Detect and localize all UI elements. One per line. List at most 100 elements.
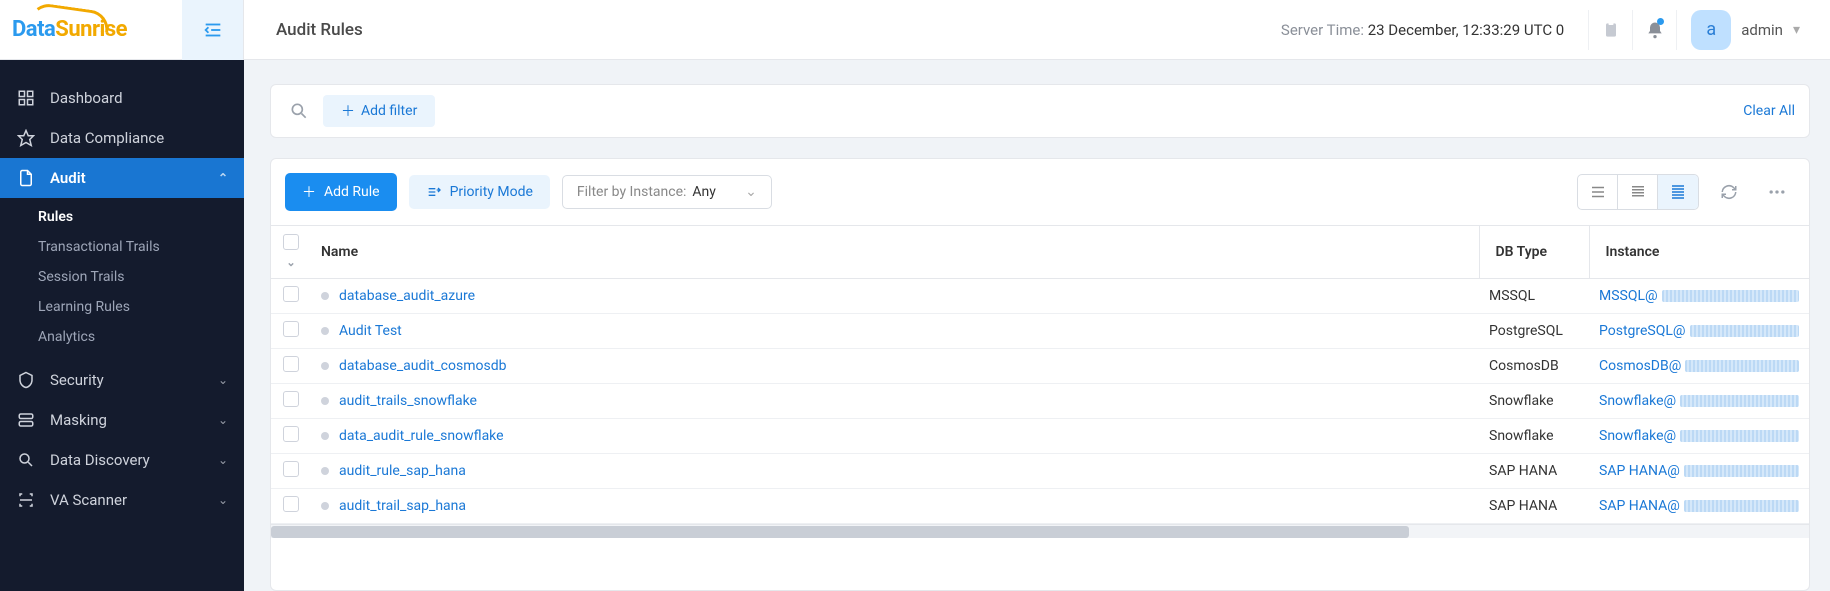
table-row[interactable]: audit_rule_sap_hana SAP HANA SAP HANA@ bbox=[271, 454, 1809, 489]
horizontal-scrollbar[interactable] bbox=[271, 524, 1809, 538]
row-checkbox[interactable] bbox=[283, 426, 299, 442]
sidebar-item-data-discovery[interactable]: Data Discovery⌄ bbox=[0, 440, 244, 480]
view-list-button[interactable] bbox=[1578, 175, 1618, 209]
instance-link[interactable]: SAP HANA@ bbox=[1599, 498, 1680, 514]
instance-link[interactable]: CosmosDB@ bbox=[1599, 358, 1681, 374]
table-row[interactable]: Audit Test PostgreSQL PostgreSQL@ bbox=[271, 314, 1809, 349]
db-type-cell: SAP HANA bbox=[1479, 489, 1589, 524]
sidebar-subnav: RulesTransactional TrailsSession TrailsL… bbox=[0, 198, 244, 360]
table-row[interactable]: data_audit_rule_snowflake Snowflake Snowfl… bbox=[271, 419, 1809, 454]
sidebar-item-masking[interactable]: Masking⌄ bbox=[0, 400, 244, 440]
logo[interactable]: DataSunrise bbox=[0, 17, 182, 42]
priority-icon bbox=[426, 184, 442, 200]
chevron-down-icon: ⌄ bbox=[745, 184, 757, 200]
scrollbar-thumb[interactable] bbox=[271, 526, 1409, 538]
rule-name-link[interactable]: database_audit_azure bbox=[339, 288, 475, 304]
sidebar-item-label: Security bbox=[50, 371, 104, 389]
rules-toolbar: ＋ Add Rule Priority Mode Filter by Insta… bbox=[271, 159, 1809, 225]
row-checkbox[interactable] bbox=[283, 391, 299, 407]
rule-name-link[interactable]: audit_trail_sap_hana bbox=[339, 498, 466, 514]
db-type-cell: SAP HANA bbox=[1479, 454, 1589, 489]
row-checkbox[interactable] bbox=[283, 496, 299, 512]
table-row[interactable]: audit_trails_snowflake Snowflake Snowflake… bbox=[271, 384, 1809, 419]
server-time: Server Time: 23 December, 12:33:29 UTC 0 bbox=[1281, 21, 1564, 39]
db-type-cell: Snowflake bbox=[1479, 384, 1589, 419]
sidebar-item-dashboard[interactable]: Dashboard bbox=[0, 78, 244, 118]
plus-icon: ＋ bbox=[341, 101, 355, 121]
instance-redacted bbox=[1690, 325, 1800, 337]
sidebar-toggle-button[interactable] bbox=[182, 0, 244, 60]
sidebar-subitem-session-trails[interactable]: Session Trails bbox=[0, 262, 244, 292]
view-switch bbox=[1577, 174, 1699, 210]
status-dot-icon bbox=[321, 432, 329, 440]
add-filter-button[interactable]: ＋ Add filter bbox=[323, 95, 435, 127]
instance-link[interactable]: SAP HANA@ bbox=[1599, 463, 1680, 479]
rule-name-link[interactable]: database_audit_cosmosdb bbox=[339, 358, 506, 374]
priority-mode-button[interactable]: Priority Mode bbox=[409, 175, 550, 209]
refresh-button[interactable] bbox=[1711, 183, 1747, 201]
sidebar-item-label: VA Scanner bbox=[50, 491, 127, 509]
sidebar-subitem-learning-rules[interactable]: Learning Rules bbox=[0, 292, 244, 322]
column-header-dbtype[interactable]: DB Type bbox=[1479, 226, 1589, 279]
sidebar-item-audit[interactable]: Audit ⌃ bbox=[0, 158, 244, 198]
sidebar-subitem-transactional-trails[interactable]: Transactional Trails bbox=[0, 232, 244, 262]
row-checkbox[interactable] bbox=[283, 321, 299, 337]
instance-link[interactable]: Snowflake@ bbox=[1599, 428, 1676, 444]
sidebar-item-label: Audit bbox=[50, 169, 86, 187]
main-content: ＋ Add filter Clear All ＋ Add Rule Priori… bbox=[244, 60, 1830, 591]
scan-icon bbox=[16, 491, 36, 509]
search-icon bbox=[285, 101, 313, 121]
row-checkbox[interactable] bbox=[283, 286, 299, 302]
clipboard-icon bbox=[1601, 20, 1621, 40]
sidebar-subitem-rules[interactable]: Rules bbox=[0, 202, 244, 232]
rule-name-link[interactable]: Audit Test bbox=[339, 323, 402, 339]
view-dense-button[interactable] bbox=[1658, 175, 1698, 209]
column-header-instance[interactable]: Instance bbox=[1589, 226, 1809, 279]
column-header-name[interactable]: Name bbox=[311, 226, 1479, 279]
sidebar-subitem-analytics[interactable]: Analytics bbox=[0, 322, 244, 352]
add-rule-button[interactable]: ＋ Add Rule bbox=[285, 173, 397, 211]
row-checkbox[interactable] bbox=[283, 356, 299, 372]
instance-link[interactable]: Snowflake@ bbox=[1599, 393, 1676, 409]
sidebar-item-va-scanner[interactable]: VA Scanner⌄ bbox=[0, 480, 244, 520]
table-row[interactable]: database_audit_cosmosdbCosmosDBCosmosDB@ bbox=[271, 349, 1809, 384]
dots-icon bbox=[1767, 182, 1787, 202]
chevron-down-icon: ⌄ bbox=[218, 373, 228, 387]
username: admin bbox=[1741, 21, 1783, 39]
rule-name-link[interactable]: audit_rule_sap_hana bbox=[339, 463, 466, 479]
row-checkbox[interactable] bbox=[283, 461, 299, 477]
instance-link[interactable]: PostgreSQL@ bbox=[1599, 323, 1686, 339]
tasks-button[interactable] bbox=[1588, 10, 1632, 50]
server-time-label: Server Time: bbox=[1281, 21, 1364, 39]
priority-mode-label: Priority Mode bbox=[450, 184, 533, 200]
plus-icon: ＋ bbox=[302, 182, 316, 202]
notification-dot-icon bbox=[1657, 18, 1664, 25]
avatar: a bbox=[1691, 10, 1731, 50]
select-all-checkbox[interactable] bbox=[283, 234, 299, 250]
table-row[interactable]: database_audit_azureMSSQLMSSQL@ bbox=[271, 279, 1809, 314]
more-button[interactable] bbox=[1759, 182, 1795, 202]
sidebar-item-security[interactable]: Security ⌄ bbox=[0, 360, 244, 400]
db2-icon bbox=[16, 411, 36, 429]
chevron-up-icon: ⌃ bbox=[218, 171, 228, 185]
status-dot-icon bbox=[321, 397, 329, 405]
db-type-cell: PostgreSQL bbox=[1479, 314, 1589, 349]
notifications-button[interactable] bbox=[1632, 10, 1676, 50]
sidebar-item-data-compliance[interactable]: Data Compliance bbox=[0, 118, 244, 158]
filter-bar: ＋ Add filter Clear All bbox=[270, 84, 1810, 138]
instance-redacted bbox=[1680, 430, 1799, 442]
table-row[interactable]: audit_trail_sap_hana SAP HANA SAP HANA@ bbox=[271, 489, 1809, 524]
chevron-down-icon[interactable]: ⌄ bbox=[286, 256, 295, 269]
chevron-down-icon: ⌄ bbox=[218, 413, 228, 427]
logo-part1: Data bbox=[12, 17, 55, 42]
server-time-value: 23 December, 12:33:29 UTC 0 bbox=[1368, 21, 1565, 39]
view-compact-button[interactable] bbox=[1618, 175, 1658, 209]
instance-link[interactable]: MSSQL@ bbox=[1599, 288, 1658, 304]
rule-name-link[interactable]: data_audit_rule_snowflake bbox=[339, 428, 504, 444]
user-menu[interactable]: a admin ▾ bbox=[1676, 10, 1814, 50]
instance-filter-dropdown[interactable]: Filter by Instance: Any ⌄ bbox=[562, 175, 772, 209]
clear-all-button[interactable]: Clear All bbox=[1743, 103, 1795, 119]
instance-redacted bbox=[1680, 395, 1799, 407]
db-type-cell: Snowflake bbox=[1479, 419, 1589, 454]
rule-name-link[interactable]: audit_trails_snowflake bbox=[339, 393, 477, 409]
